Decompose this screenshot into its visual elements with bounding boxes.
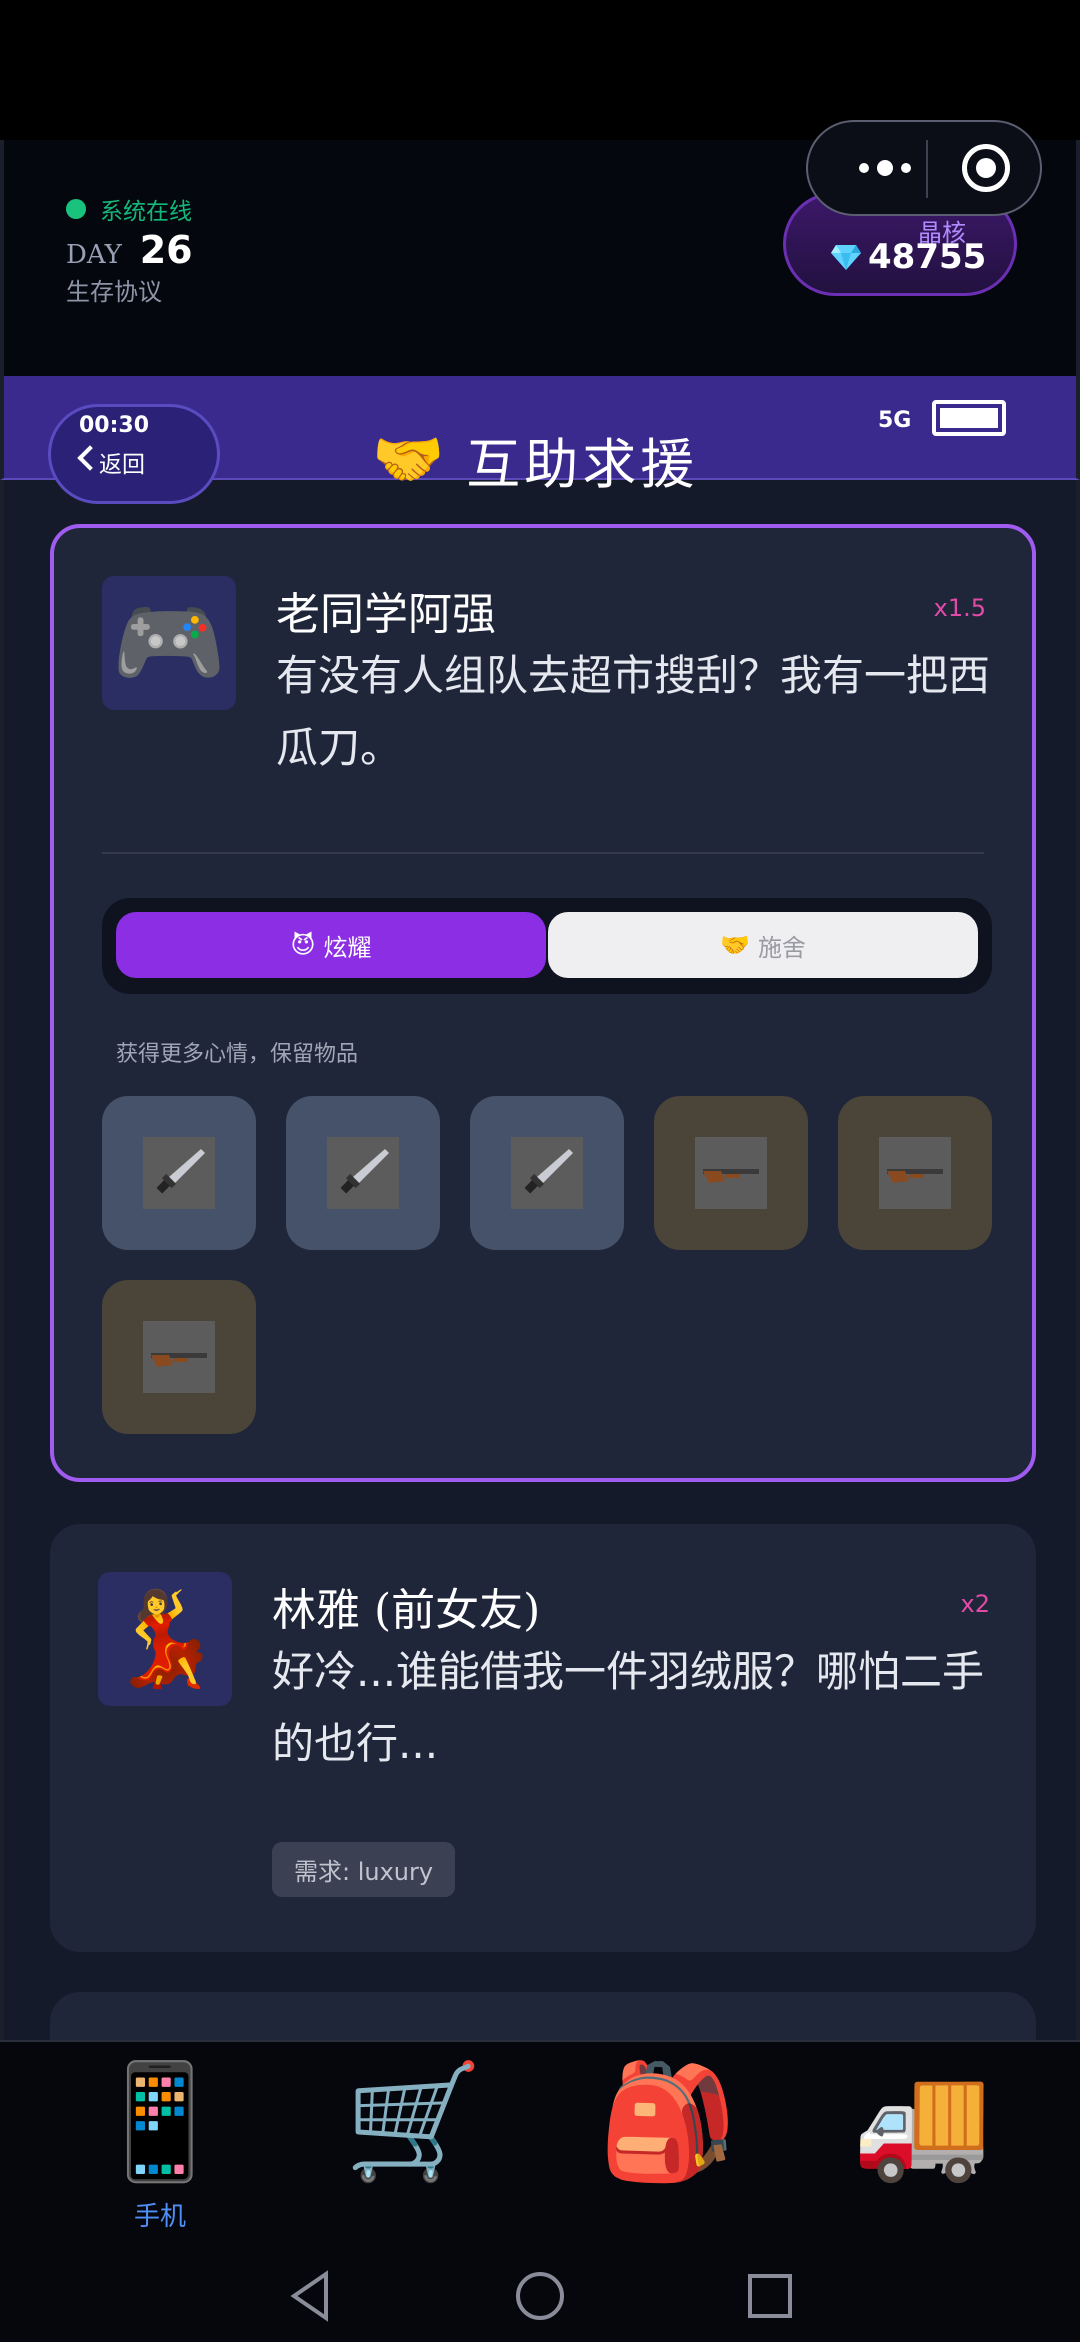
knife-item-slot[interactable] (102, 1096, 256, 1250)
phone-icon: 📱 (90, 2057, 230, 2187)
clock-time: 00:30 (79, 413, 150, 438)
knife-icon (511, 1137, 583, 1209)
gamepad-avatar-icon: 🎮 (102, 576, 236, 710)
online-dot (66, 199, 86, 219)
requester-name: 林雅 (前女友) (272, 1585, 541, 1636)
show-off-button[interactable]: 😈 炫耀 (116, 912, 546, 978)
system-nav-bar (0, 2252, 1080, 2342)
page-title-text: 互助求援 (466, 433, 699, 496)
handshake-icon: 🤝 (372, 425, 445, 493)
show-off-label: 炫耀 (323, 933, 372, 962)
home-circle-icon[interactable] (514, 2270, 566, 2322)
nav-delivery[interactable]: 🚚 (822, 2052, 1022, 2232)
day-number: 26 (139, 228, 193, 272)
diamond-icon (831, 245, 861, 270)
request-message: 好冷...谁能借我一件羽绒服？哪怕二手的也行... (272, 1647, 985, 1768)
action-hint: 获得更多心情，保留物品 (116, 1042, 359, 1067)
dancer-avatar-icon: 💃 (98, 1572, 232, 1706)
bottom-nav: 📱 手机 🛒 🎒 🚚 (0, 2040, 1080, 2342)
devil-icon: 😈 (290, 931, 316, 959)
rifle-icon (695, 1137, 767, 1209)
back-button[interactable]: 00:30 返回 (48, 404, 220, 504)
request-card[interactable]: 💃 林雅 (前女友) x2 好冷...谁能借我一件羽绒服？哪怕二手的也行... … (50, 1524, 1036, 1952)
knife-item-slot[interactable] (286, 1096, 440, 1250)
miniapp-capsule (806, 120, 1042, 216)
recents-square-icon[interactable] (746, 2270, 794, 2322)
truck-icon: 🚚 (852, 2057, 992, 2187)
request-card[interactable]: 🎮 老同学阿强 x1.5 有没有人组队去超市搜刮？我有一把西瓜刀。 😈 炫耀 🤝… (50, 524, 1036, 1482)
knife-icon (143, 1137, 215, 1209)
signal-label: 5G (878, 408, 912, 433)
online-status: 系统在线 (66, 192, 192, 226)
knife-item-slot[interactable] (470, 1096, 624, 1250)
backpack-icon: 🎒 (598, 2057, 738, 2187)
dot-icon (877, 160, 893, 176)
multiplier-badge: x2 (960, 1590, 990, 1618)
cart-icon: 🛒 (344, 2057, 484, 2187)
give-button[interactable]: 🤝 施舍 (548, 912, 978, 978)
rifle-item-slot[interactable] (838, 1096, 992, 1250)
protocol-label: 生存协议 (66, 278, 162, 306)
online-text: 系统在线 (100, 199, 192, 225)
close-miniapp-icon[interactable] (962, 144, 1010, 192)
nav-shop[interactable]: 🛒 (314, 2052, 514, 2232)
rifle-item-slot[interactable] (654, 1096, 808, 1250)
multiplier-badge: x1.5 (933, 594, 986, 622)
nav-phone-label: 手机 (133, 2202, 186, 2232)
item-grid (102, 1096, 1002, 1434)
requester-name: 老同学阿强 (276, 589, 496, 640)
back-label: 返回 (99, 452, 145, 478)
back-triangle-icon[interactable] (286, 2270, 334, 2322)
battery-icon (932, 400, 1006, 436)
give-label: 施舍 (757, 933, 806, 962)
rifle-icon (879, 1137, 951, 1209)
request-card[interactable] (50, 1992, 1036, 2040)
dot-icon (859, 163, 869, 173)
card-divider (102, 852, 984, 854)
rifle-item-slot[interactable] (102, 1280, 256, 1434)
action-toggle: 😈 炫耀 🤝 施舍 (102, 898, 992, 994)
page-title: 🤝 互助求援 (372, 420, 698, 499)
nav-backpack[interactable]: 🎒 (568, 2052, 768, 2232)
rifle-icon (143, 1321, 215, 1393)
need-badge: 需求: luxury (272, 1842, 456, 1897)
knife-icon (327, 1137, 399, 1209)
dot-icon (901, 163, 911, 173)
request-list[interactable]: 🎮 老同学阿强 x1.5 有没有人组队去超市搜刮？我有一把西瓜刀。 😈 炫耀 🤝… (0, 480, 1080, 2040)
more-button[interactable] (840, 146, 930, 190)
request-message: 有没有人组队去超市搜刮？我有一把西瓜刀。 (276, 651, 991, 772)
day-counter: DAY 26 (66, 228, 193, 272)
capsule-divider (926, 140, 928, 198)
handshake-icon: 🤝 (720, 931, 750, 959)
status-bar (0, 0, 1080, 140)
crystal-value: 48755 (868, 237, 987, 277)
day-label: DAY (66, 240, 122, 270)
nav-phone[interactable]: 📱 手机 (60, 2052, 260, 2232)
